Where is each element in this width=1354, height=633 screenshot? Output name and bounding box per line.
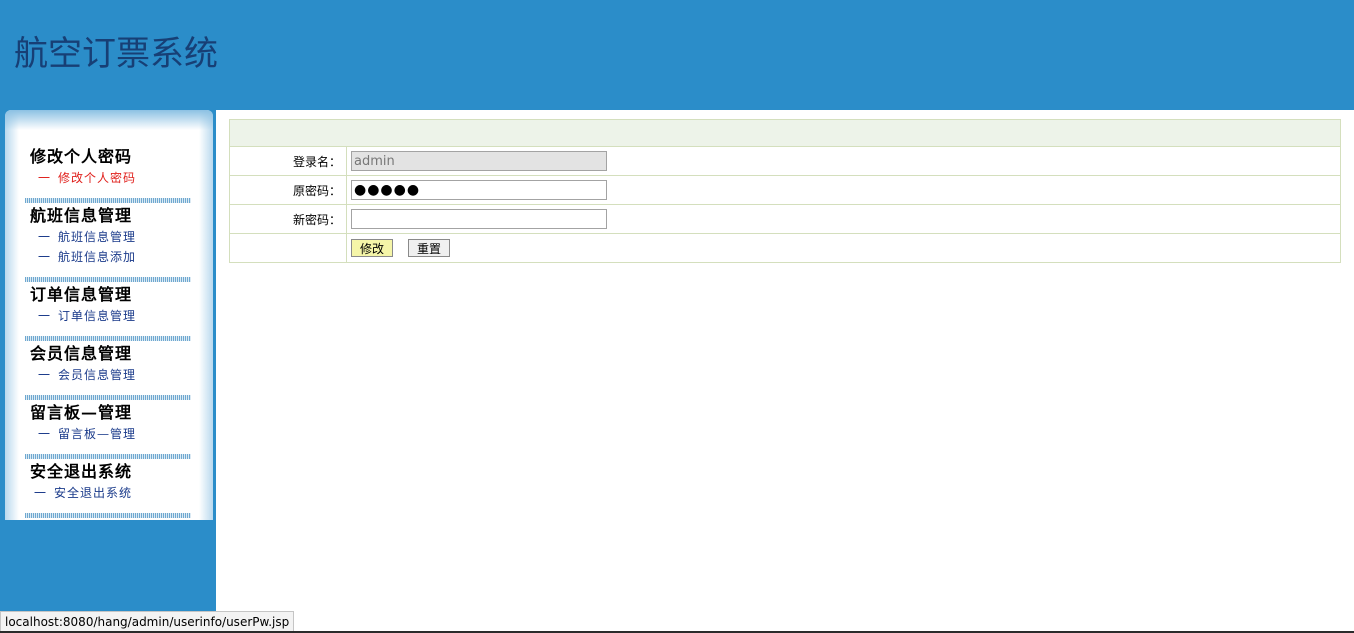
sidebar-item-message-manage[interactable]: 一留言板—管理 (25, 424, 191, 444)
menu-separator (25, 277, 191, 282)
menu-group-title: 留言板—管理 (30, 403, 133, 422)
menu-group-order: 订单信息管理 一订单信息管理 (25, 284, 191, 326)
password-form: 登录名： 原密码： 新密码： 修改重置 (229, 119, 1341, 263)
app-title: 航空订票系统 (14, 34, 218, 74)
form-row-login: 登录名： (229, 146, 1341, 176)
old-password-field-cell (346, 175, 1341, 205)
status-bar-url: localhost:8080/hang/admin/userinfo/userP… (0, 611, 295, 633)
menu-separator (25, 336, 191, 341)
old-password-input[interactable] (351, 180, 607, 200)
reset-button[interactable]: 重置 (408, 239, 451, 257)
sidebar-item-member-manage[interactable]: 一会员信息管理 (25, 365, 191, 385)
menu-group-member: 会员信息管理 一会员信息管理 (25, 343, 191, 385)
sidebar-item-flight-manage[interactable]: 一航班信息管理 (25, 227, 191, 247)
dash-icon: 一 (38, 171, 52, 185)
dash-icon: 一 (38, 427, 52, 441)
new-password-input[interactable] (351, 209, 607, 229)
sidebar-item-logout[interactable]: 一安全退出系统 (25, 483, 191, 503)
menu-group-logout: 安全退出系统 一安全退出系统 (25, 461, 191, 503)
menu-group-password: 修改个人密码 一修改个人密码 (25, 146, 191, 188)
menu-group-flight: 航班信息管理 一航班信息管理 一航班信息添加 (25, 205, 191, 267)
dash-icon: 一 (38, 230, 52, 244)
form-header-row (229, 119, 1341, 147)
login-label: 登录名： (229, 146, 347, 176)
menu-group-message: 留言板—管理 一留言板—管理 (25, 402, 191, 444)
buttons-cell: 修改 重置 (346, 233, 1341, 263)
menu-separator (25, 198, 191, 203)
sidebar-item-order-manage[interactable]: 一订单信息管理 (25, 306, 191, 326)
dash-icon: 一 (38, 250, 52, 264)
sidebar-item-label: 留言板—管理 (58, 427, 137, 441)
sidebar-item-label: 订单信息管理 (58, 309, 137, 323)
menu-group-title: 会员信息管理 (30, 344, 133, 363)
submit-button[interactable]: 修改 (351, 239, 394, 257)
sidebar-menu: 修改个人密码 一修改个人密码 航班信息管理 一航班信息管理 一航班信息添加 订单… (5, 110, 213, 520)
sidebar-item-label: 航班信息添加 (58, 250, 137, 264)
form-row-new-password: 新密码： (229, 204, 1341, 234)
header: 航空订票系统 (0, 0, 1354, 110)
new-password-field-cell (346, 204, 1341, 234)
menu-group-title: 航班信息管理 (30, 206, 133, 225)
dash-icon: 一 (38, 309, 52, 323)
menu-separator (25, 395, 191, 400)
new-password-label: 新密码： (229, 204, 347, 234)
dash-icon: 一 (34, 486, 48, 500)
sidebar-item-flight-add[interactable]: 一航班信息添加 (25, 247, 191, 267)
menu-group-title: 订单信息管理 (30, 285, 133, 304)
sidebar-item-change-password[interactable]: 一修改个人密码 (25, 168, 191, 188)
menu-group-title: 修改个人密码 (30, 147, 133, 166)
old-password-label: 原密码： (229, 175, 347, 205)
sidebar-item-label: 航班信息管理 (58, 230, 137, 244)
dash-icon: 一 (38, 368, 52, 382)
sidebar-item-label: 会员信息管理 (58, 368, 137, 382)
form-row-old-password: 原密码： (229, 175, 1341, 205)
sidebar-item-label: 安全退出系统 (54, 486, 133, 500)
form-header (229, 119, 1341, 147)
buttons-label-cell (229, 233, 347, 263)
login-name-input[interactable] (351, 151, 607, 171)
menu-group-title: 安全退出系统 (30, 462, 133, 481)
form-row-buttons: 修改 重置 (229, 233, 1341, 263)
sidebar-item-label: 修改个人密码 (58, 171, 137, 185)
login-field-cell (346, 146, 1341, 176)
menu-separator (25, 454, 191, 459)
menu-separator (25, 513, 191, 518)
